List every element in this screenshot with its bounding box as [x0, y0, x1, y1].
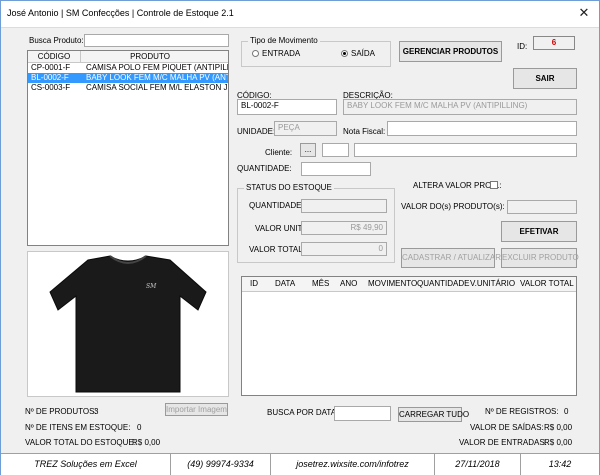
- unidade-field[interactable]: PEÇA: [274, 121, 337, 136]
- saida-radio[interactable]: [341, 50, 348, 57]
- cliente-code-field[interactable]: [322, 143, 349, 157]
- tshirt-image: SM: [49, 255, 207, 393]
- id-value: 6: [533, 36, 575, 50]
- valor-entradas-label: VALOR DE ENTRADAS:: [459, 438, 547, 447]
- product-image: SM: [27, 251, 229, 397]
- carregar-tudo-button[interactable]: CARREGAR TUDO: [398, 407, 469, 422]
- tshirt-logo-text: SM: [146, 283, 157, 290]
- status-date: 27/11/2018: [435, 454, 521, 475]
- product-row-produto: CAMISA POLO FEM PIQUET (ANTIPILLING): [86, 63, 228, 72]
- title-bar: José Antonio | SM Confecções | Controle …: [1, 1, 599, 28]
- codigo-field[interactable]: BL-0002-F: [237, 99, 337, 115]
- col-codigo: CÓDIGO: [37, 52, 71, 61]
- cadastrar-atualizar-button[interactable]: CADASTRAR / ATUALIZAR: [401, 248, 501, 268]
- id-label: ID:: [517, 42, 528, 51]
- close-icon[interactable]: ✕: [576, 5, 592, 21]
- busca-data-field[interactable]: [334, 406, 391, 421]
- status-estoque-title: STATUS DO ESTOQUE: [244, 183, 334, 192]
- status-valor-unit-label: VALOR UNIT:: [255, 224, 304, 233]
- product-row-produto: BABY LOOK FEM M/C MALHA PV (ANTIPILLING): [86, 73, 228, 82]
- altera-valor-checkbox[interactable]: [490, 181, 498, 189]
- status-quantidade-label: QUANTIDADE:: [249, 201, 304, 210]
- n-registros-label: Nº DE REGISTROS:: [485, 407, 559, 416]
- status-quantidade-field: [301, 199, 387, 213]
- product-row-codigo: CP-0001-F: [31, 63, 71, 72]
- main-window: José Antonio | SM Confecções | Controle …: [0, 0, 600, 475]
- valor-produtos-label: VALOR DO(s) PRODUTO(s):: [401, 202, 505, 211]
- n-registros-value: 0: [564, 407, 569, 416]
- nota-fiscal-label: Nota Fiscal:: [343, 127, 386, 136]
- altera-valor-label: ALTERA VALOR PROD.:: [413, 181, 502, 190]
- status-valor-unit-field: R$ 49,90: [301, 221, 387, 235]
- quantidade-field[interactable]: [301, 162, 371, 176]
- product-row[interactable]: CP-0001-F CAMISA POLO FEM PIQUET (ANTIPIL…: [28, 63, 228, 73]
- n-itens-label: Nº DE ITENS EM ESTOQUE:: [25, 423, 131, 432]
- efetivar-button[interactable]: EFETIVAR: [501, 221, 577, 242]
- grid-col-header: V.UNITÁRIO: [470, 279, 516, 288]
- status-valor-total-field: 0: [301, 242, 387, 256]
- grid-col-header: ID: [250, 279, 258, 288]
- valor-total-estoque-label: VALOR TOTAL DO ESTOQUE:: [25, 438, 136, 447]
- grid-col-header: VALOR TOTAL: [520, 279, 574, 288]
- cliente-label: Cliente:: [265, 148, 293, 157]
- valor-total-estoque-value: R$ 0,00: [132, 438, 161, 447]
- descricao-field[interactable]: BABY LOOK FEM M/C MALHA PV (ANTIPILLING): [343, 99, 577, 115]
- entrada-label: ENTRADA: [262, 49, 301, 58]
- gerenciar-produtos-button[interactable]: GERENCIAR PRODUTOS: [399, 41, 502, 62]
- product-list-header: CÓDIGO PRODUTO: [28, 51, 228, 63]
- product-row[interactable]: CS-0003-F CAMISA SOCIAL FEM M/L ELASTON J…: [28, 83, 228, 93]
- col-produto: PRODUTO: [80, 51, 219, 62]
- valor-saidas-label: VALOR DE SAÍDAS:: [470, 423, 544, 432]
- status-bar: TREZ Soluções em Excel (49) 99974-9334 j…: [1, 453, 599, 475]
- entrada-radio[interactable]: [252, 50, 259, 57]
- tipo-movimento-title: Tipo de Movimento: [248, 36, 320, 45]
- status-time: 13:42: [548, 459, 572, 469]
- product-row-codigo: CS-0003-F: [31, 83, 71, 92]
- valor-saidas-value: R$ 0,00: [544, 423, 573, 432]
- sair-button[interactable]: SAIR: [513, 68, 577, 89]
- grid-col-header: DATA: [275, 279, 296, 288]
- importar-imagem-button[interactable]: Importar Imagem: [165, 403, 228, 416]
- quantidade-label: QUANTIDADE:: [237, 164, 292, 173]
- n-produtos-value: 3: [94, 407, 99, 416]
- busca-produto-label: Busca Produto:: [29, 36, 84, 45]
- movimento-grid[interactable]: ID DATA MÊS ANO MOVIMENTO QUANTIDADE V.UNITÁRI…: [241, 276, 577, 396]
- unidade-label: UNIDADE:: [237, 127, 276, 136]
- n-produtos-label: Nº DE PRODUTOS:: [25, 407, 97, 416]
- grid-col-header: MÊS: [312, 279, 330, 288]
- saida-label: SAÍDA: [351, 49, 376, 58]
- cliente-name-field[interactable]: [354, 143, 577, 157]
- grid-col-header: ANO: [340, 279, 358, 288]
- valor-entradas-value: R$ 0,00: [544, 438, 573, 447]
- status-valor-total-label: VALOR TOTAL:: [249, 245, 305, 254]
- cliente-search-button[interactable]: ...: [300, 143, 316, 157]
- status-phone: (49) 99974-9334: [171, 454, 271, 475]
- grid-col-header: MOVIMENTO: [368, 279, 418, 288]
- product-list-rows: CP-0001-F CAMISA POLO FEM PIQUET (ANTIPIL…: [28, 63, 228, 93]
- product-row[interactable]: BL-0002-F BABY LOOK FEM M/C MALHA PV (ANT…: [28, 73, 228, 83]
- status-site: josetrez.wixsite.com/infotrez: [271, 454, 435, 475]
- product-row-codigo: BL-0002-F: [31, 73, 69, 82]
- product-list[interactable]: CÓDIGO PRODUTO CP-0001-F CAMISA POLO FEM P…: [27, 50, 229, 246]
- valor-produtos-field[interactable]: [507, 200, 577, 214]
- nota-fiscal-field[interactable]: [387, 121, 577, 136]
- busca-data-label: BUSCA POR DATA:: [267, 408, 339, 417]
- movimento-grid-header: ID DATA MÊS ANO MOVIMENTO QUANTIDADE V.UNITÁRI…: [242, 277, 576, 292]
- product-row-produto: CAMISA SOCIAL FEM M/L ELASTON JET: [86, 83, 228, 92]
- busca-produto-input[interactable]: [84, 34, 229, 47]
- status-company: TREZ Soluções em Excel: [1, 454, 171, 475]
- grid-col-header: QUANTIDADE: [417, 279, 470, 288]
- excluir-produto-button[interactable]: EXCLUIR PRODUTO: [501, 248, 579, 268]
- window-title: José Antonio | SM Confecções | Controle …: [7, 8, 234, 18]
- n-itens-value: 0: [137, 423, 142, 432]
